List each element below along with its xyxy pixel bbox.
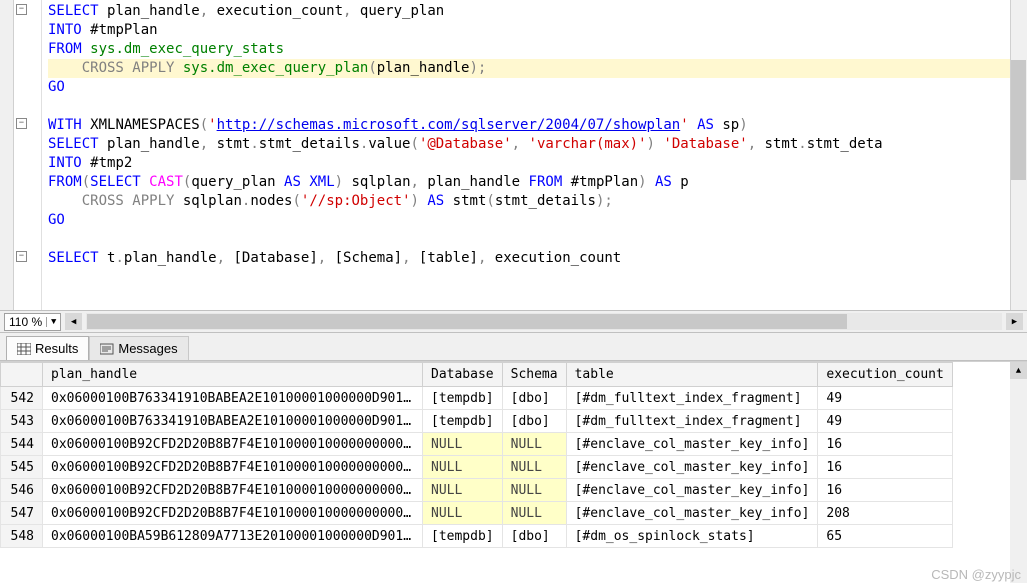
table-row[interactable]: 5460x06000100B92CFD2D20B8B7F4E1010000100… [1,479,953,502]
cell[interactable]: [tempdb] [423,410,503,433]
cell[interactable]: 0x06000100B763341910BABEA2E1010000100000… [43,410,423,433]
outline-margin[interactable]: − − − [14,0,42,310]
column-header[interactable]: table [566,363,818,387]
cell[interactable]: NULL [423,502,503,525]
code-line[interactable]: WITH XMLNAMESPACES('http://schemas.micro… [48,116,1021,135]
tab-results-label: Results [35,341,78,356]
scrollbar-thumb[interactable] [87,314,847,329]
table-row[interactable]: 5430x06000100B763341910BABEA2E1010000100… [1,410,953,433]
results-grid[interactable]: plan_handleDatabaseSchematableexecution_… [0,362,953,548]
table-row[interactable]: 5440x06000100B92CFD2D20B8B7F4E1010000100… [1,433,953,456]
scroll-right-icon[interactable]: ▶ [1006,313,1023,330]
grid-header-row: plan_handleDatabaseSchematableexecution_… [1,363,953,387]
scroll-up-icon[interactable]: ▲ [1010,362,1027,379]
editor-horizontal-scrollbar[interactable] [86,313,1002,330]
code-line[interactable]: SELECT t.plan_handle, [Database], [Schem… [48,249,1021,268]
cell[interactable]: 0x06000100B92CFD2D20B8B7F4E1010000100000… [43,479,423,502]
table-row[interactable]: 5450x06000100B92CFD2D20B8B7F4E1010000100… [1,456,953,479]
cell[interactable]: 0x06000100B92CFD2D20B8B7F4E1010000100000… [43,456,423,479]
zoom-combo[interactable]: 110 % ▼ [4,313,61,331]
code-line[interactable]: SELECT plan_handle, stmt.stmt_details.va… [48,135,1021,154]
row-number[interactable]: 546 [1,479,43,502]
cell[interactable]: 0x06000100B763341910BABEA2E1010000100000… [43,387,423,410]
row-number[interactable]: 548 [1,525,43,548]
cell[interactable]: NULL [423,479,503,502]
cell[interactable]: 208 [818,502,952,525]
indicator-margin [0,0,14,310]
cell[interactable]: [tempdb] [423,525,503,548]
code-line[interactable]: FROM sys.dm_exec_query_stats [48,40,1021,59]
code-line[interactable]: CROSS APPLY sys.dm_exec_query_plan(plan_… [48,59,1021,78]
grid-vertical-scrollbar[interactable]: ▲ [1010,362,1027,583]
column-header[interactable]: execution_count [818,363,952,387]
cell[interactable]: 16 [818,456,952,479]
code-line[interactable]: INTO #tmp2 [48,154,1021,173]
tab-results[interactable]: Results [6,336,89,360]
cell[interactable]: [dbo] [502,387,566,410]
scrollbar-thumb[interactable] [1011,60,1026,180]
zoom-value: 110 % [5,315,46,329]
row-number[interactable]: 542 [1,387,43,410]
tab-messages-label: Messages [118,341,177,356]
cell[interactable]: NULL [502,433,566,456]
cell[interactable]: NULL [423,456,503,479]
cell[interactable]: [#enclave_col_master_key_info] [566,479,818,502]
cell[interactable]: [#enclave_col_master_key_info] [566,433,818,456]
cell[interactable]: 49 [818,410,952,433]
cell[interactable]: 16 [818,479,952,502]
cell[interactable]: 49 [818,387,952,410]
cell[interactable]: NULL [502,456,566,479]
column-header[interactable]: plan_handle [43,363,423,387]
code-line[interactable] [48,97,1021,116]
outline-collapse-icon[interactable]: − [16,251,27,262]
messages-icon [100,343,114,355]
cell[interactable]: 0x06000100B92CFD2D20B8B7F4E1010000100000… [43,502,423,525]
column-header[interactable]: Schema [502,363,566,387]
row-number[interactable]: 545 [1,456,43,479]
table-row[interactable]: 5470x06000100B92CFD2D20B8B7F4E1010000100… [1,502,953,525]
code-surface[interactable]: SELECT plan_handle, execution_count, que… [42,0,1027,310]
scroll-left-icon[interactable]: ◀ [65,313,82,330]
code-line[interactable]: GO [48,78,1021,97]
cell[interactable]: [#dm_os_spinlock_stats] [566,525,818,548]
row-number[interactable]: 544 [1,433,43,456]
code-line[interactable]: CROSS APPLY sqlplan.nodes('//sp:Object')… [48,192,1021,211]
code-line[interactable] [48,230,1021,249]
cell[interactable]: [tempdb] [423,387,503,410]
table-row[interactable]: 5420x06000100B763341910BABEA2E1010000100… [1,387,953,410]
cell[interactable]: 65 [818,525,952,548]
cell[interactable]: NULL [502,479,566,502]
column-header[interactable]: Database [423,363,503,387]
cell[interactable]: [dbo] [502,410,566,433]
editor-vertical-scrollbar[interactable] [1010,0,1027,310]
editor-footer-bar: 110 % ▼ ◀ ▶ [0,310,1027,333]
row-number[interactable]: 543 [1,410,43,433]
chevron-down-icon[interactable]: ▼ [46,317,60,327]
cell[interactable]: 0x06000100BA59B612809A7713E2010000100000… [43,525,423,548]
code-line[interactable]: INTO #tmpPlan [48,21,1021,40]
cell[interactable]: [#enclave_col_master_key_info] [566,502,818,525]
code-line[interactable]: SELECT plan_handle, execution_count, que… [48,2,1021,21]
grid-icon [17,343,31,355]
cell[interactable]: [#dm_fulltext_index_fragment] [566,410,818,433]
sql-editor[interactable]: − − − SELECT plan_handle, execution_count,… [0,0,1027,310]
cell[interactable]: NULL [423,433,503,456]
row-number[interactable]: 547 [1,502,43,525]
cell[interactable]: 0x06000100B92CFD2D20B8B7F4E1010000100000… [43,433,423,456]
outline-collapse-icon[interactable]: − [16,4,27,15]
cell[interactable]: [#enclave_col_master_key_info] [566,456,818,479]
cell[interactable]: [dbo] [502,525,566,548]
code-line[interactable]: FROM(SELECT CAST(query_plan AS XML) sqlp… [48,173,1021,192]
row-header-blank [1,363,43,387]
cell[interactable]: [#dm_fulltext_index_fragment] [566,387,818,410]
outline-collapse-icon[interactable]: − [16,118,27,129]
cell[interactable]: NULL [502,502,566,525]
cell[interactable]: 16 [818,433,952,456]
tab-messages[interactable]: Messages [89,336,188,360]
results-grid-area: plan_handleDatabaseSchematableexecution_… [0,361,1027,583]
table-row[interactable]: 5480x06000100BA59B612809A7713E2010000100… [1,525,953,548]
code-line[interactable]: GO [48,211,1021,230]
results-tabs: Results Messages [0,333,1027,361]
